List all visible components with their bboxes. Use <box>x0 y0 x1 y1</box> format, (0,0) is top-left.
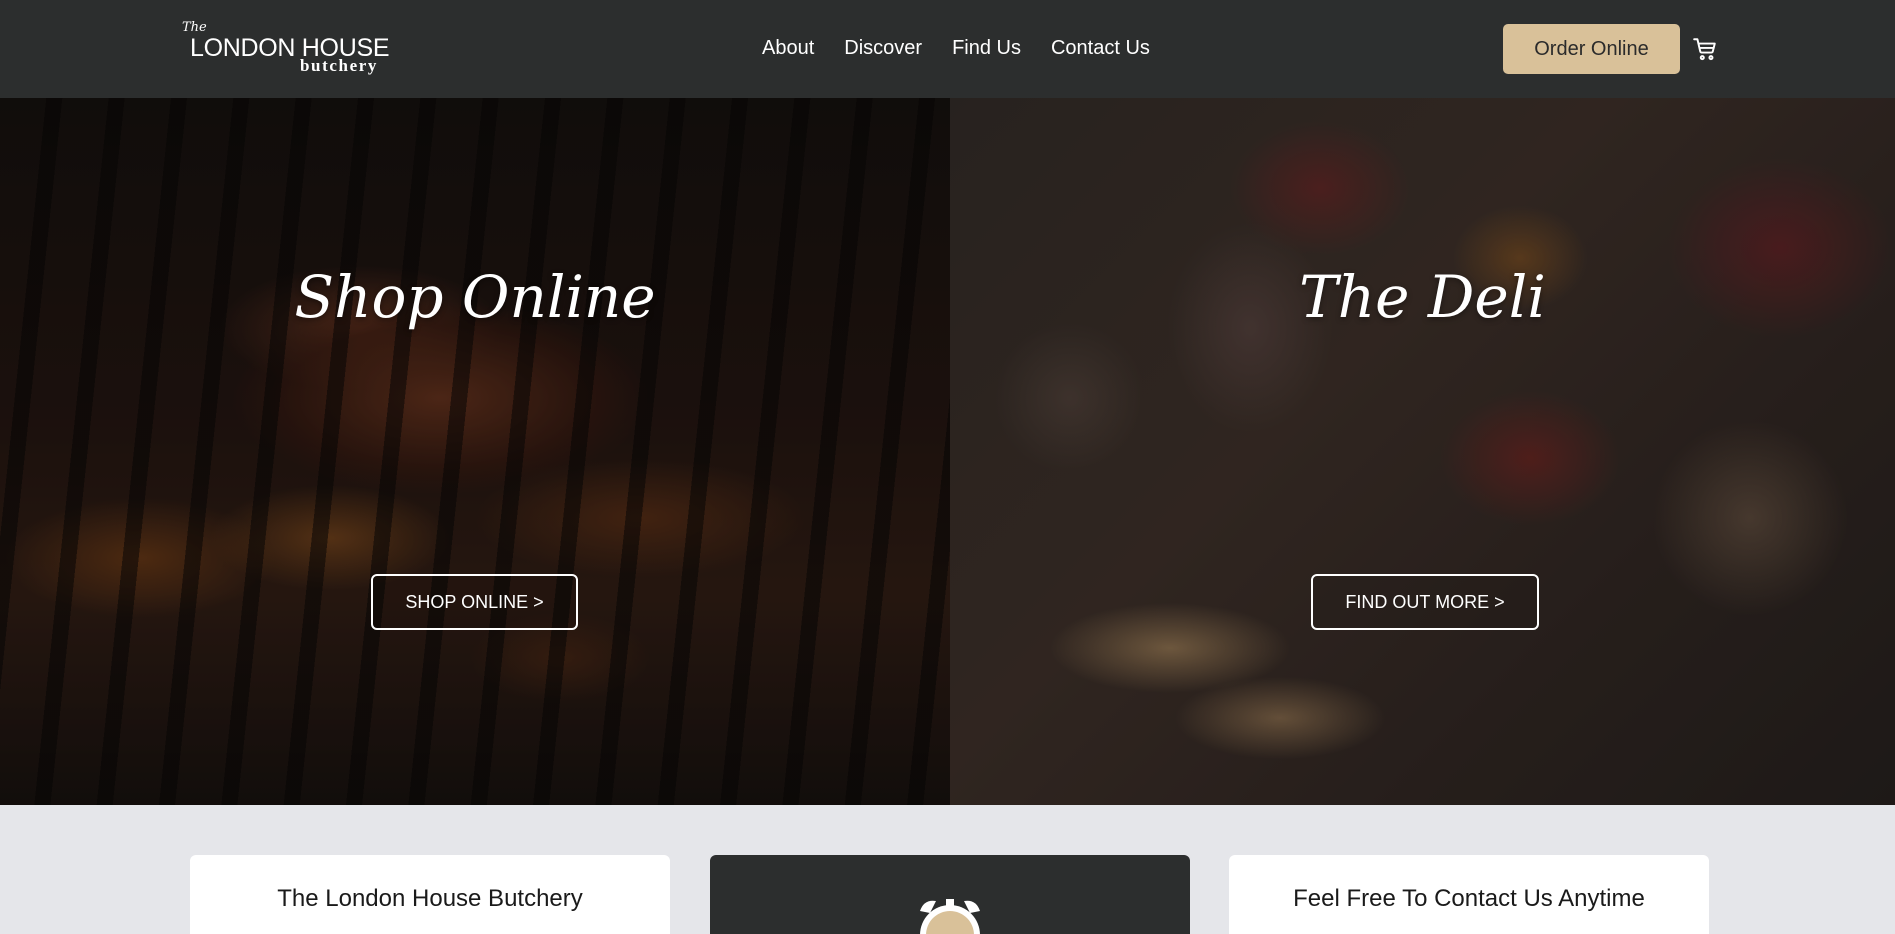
hero-shop-online: Shop Online SHOP ONLINE > <box>0 98 950 805</box>
alarm-clock-icon <box>920 899 980 934</box>
main-nav: About Discover Find Us Contact Us <box>762 37 1150 60</box>
order-online-button[interactable]: Order Online <box>1503 24 1680 74</box>
hero-overlay <box>0 98 950 805</box>
nav-contact-us[interactable]: Contact Us <box>1051 37 1150 60</box>
nav-discover[interactable]: Discover <box>844 37 922 60</box>
logo-the: The <box>182 20 207 35</box>
find-out-more-button[interactable]: FIND OUT MORE > <box>1311 574 1539 630</box>
shop-online-button[interactable]: SHOP ONLINE > <box>371 574 578 630</box>
site-header: The LONDON HOUSE butchery About Discover… <box>0 0 1895 98</box>
hero-shop-online-title: Shop Online <box>294 263 656 331</box>
logo-subtitle: butchery <box>300 56 378 75</box>
hero-the-deli: The Deli FIND OUT MORE > <box>950 98 1895 805</box>
cart-icon[interactable] <box>1692 36 1718 62</box>
hero-overlay <box>950 98 1895 805</box>
card-title: Feel Free To Contact Us Anytime <box>1293 885 1645 912</box>
info-card-about: The London House Butchery <box>190 855 670 934</box>
site-logo[interactable]: The LONDON HOUSE butchery <box>180 18 402 78</box>
nav-about[interactable]: About <box>762 37 814 60</box>
nav-find-us[interactable]: Find Us <box>952 37 1021 60</box>
card-title: The London House Butchery <box>277 885 583 912</box>
info-card-hours <box>710 855 1190 934</box>
hero-the-deli-title: The Deli <box>1299 263 1546 331</box>
info-card-contact: Feel Free To Contact Us Anytime <box>1229 855 1709 934</box>
